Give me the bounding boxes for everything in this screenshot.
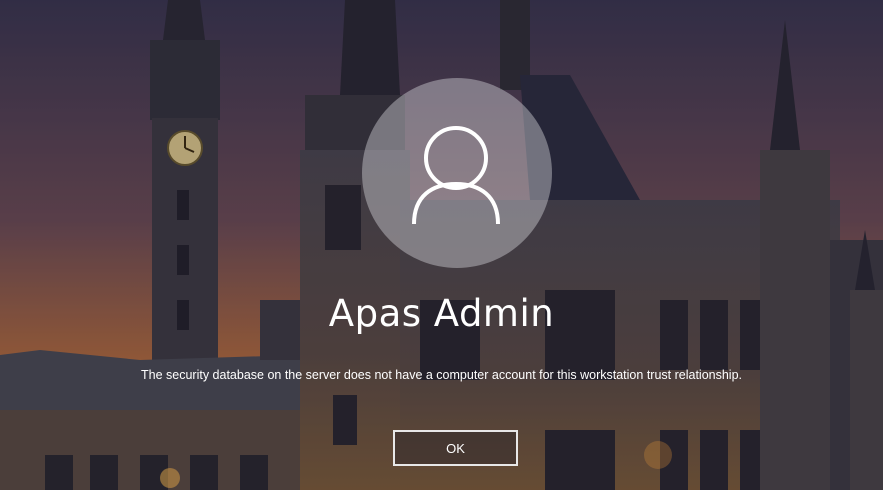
ok-button[interactable]: OK (393, 430, 518, 466)
username-label: Apas Admin (328, 292, 555, 335)
error-message: The security database on the server does… (140, 368, 742, 382)
user-icon (412, 126, 500, 225)
user-avatar (362, 78, 552, 268)
